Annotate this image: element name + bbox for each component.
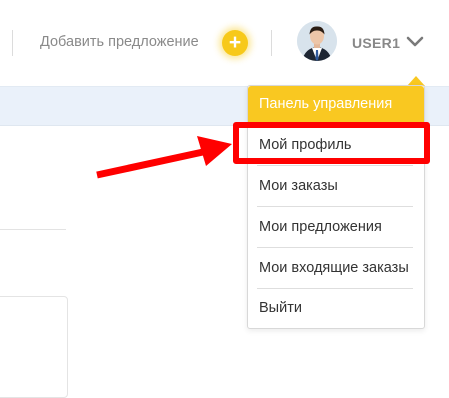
annotation-highlight-box bbox=[233, 122, 430, 164]
avatar-image bbox=[297, 21, 337, 61]
header-divider bbox=[12, 30, 13, 56]
add-offer-link[interactable]: Добавить предложение bbox=[40, 34, 199, 50]
plus-icon[interactable]: + bbox=[222, 30, 248, 56]
menu-item-logout[interactable]: Выйти bbox=[248, 288, 424, 328]
header-bar: Добавить предложение + USER1 bbox=[0, 0, 449, 86]
menu-item-dashboard[interactable]: Панель управления bbox=[248, 86, 424, 123]
chevron-down-icon[interactable] bbox=[405, 34, 425, 50]
header-divider bbox=[271, 30, 272, 56]
menu-item-my-offers[interactable]: Мои предложения bbox=[248, 207, 424, 247]
menu-item-incoming-orders[interactable]: Мои входящие заказы bbox=[248, 248, 424, 288]
content-divider bbox=[0, 229, 66, 230]
avatar[interactable] bbox=[297, 21, 337, 61]
menu-item-my-orders[interactable]: Мои заказы bbox=[248, 166, 424, 206]
user-name[interactable]: USER1 bbox=[352, 35, 400, 51]
